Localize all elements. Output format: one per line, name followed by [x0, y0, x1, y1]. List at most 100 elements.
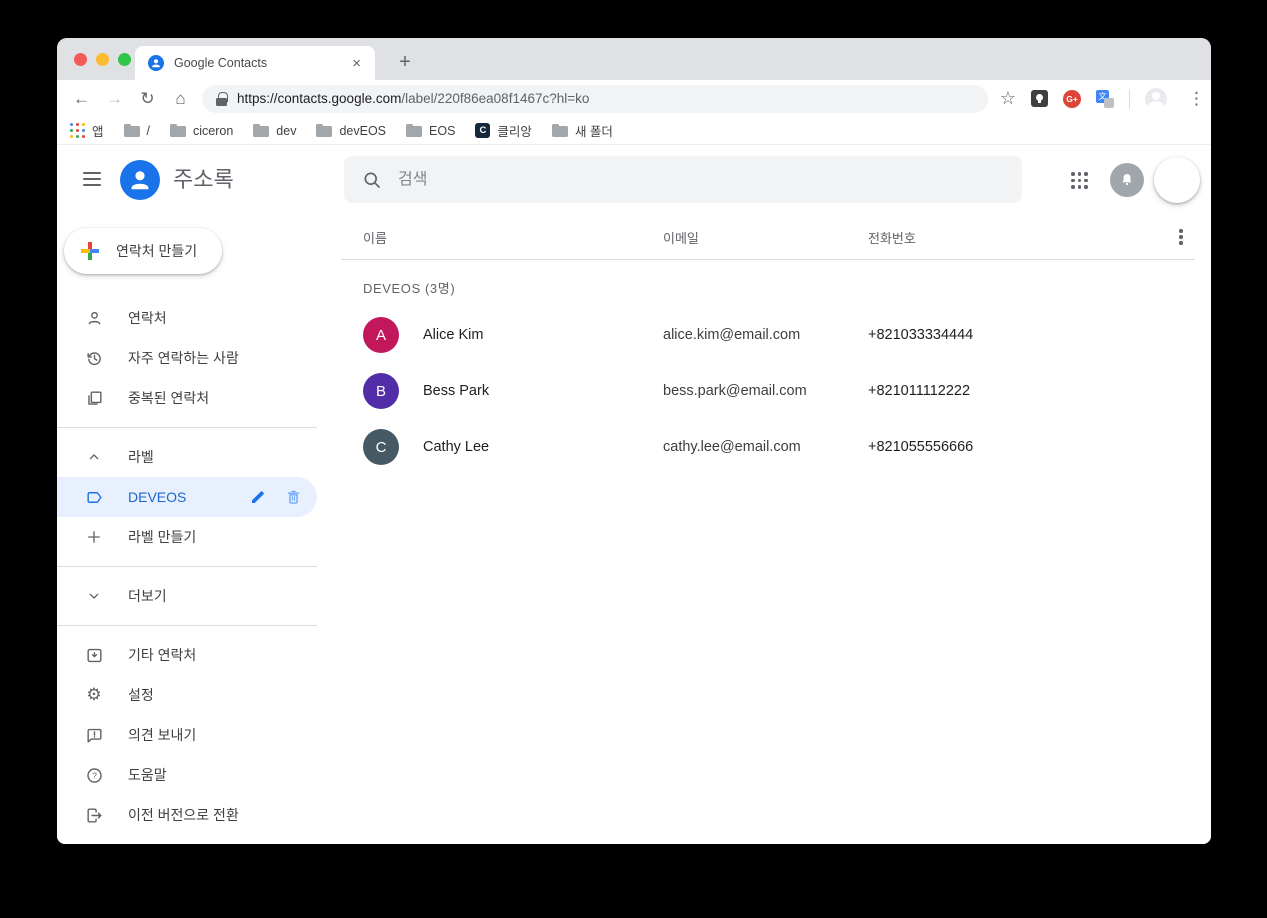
sidebar-item-settings[interactable]: ⚙ 설정 [57, 675, 317, 715]
sidebar-label-deveos[interactable]: DEVEOS [57, 477, 317, 517]
history-icon [84, 348, 104, 368]
zoom-window-button[interactable] [118, 53, 131, 66]
contact-email: cathy.lee@email.com [663, 439, 801, 455]
contacts-favicon-icon [148, 55, 164, 71]
url-path: /label/220f86ea08f1467c?hl=ko [401, 91, 590, 106]
selected-label-name: DEVEOS [128, 489, 187, 505]
create-contact-button[interactable]: 연락처 만들기 [64, 228, 222, 274]
sidebar-item-frequent[interactable]: 자주 연락하는 사람 [57, 338, 317, 378]
back-icon[interactable]: ← [65, 89, 98, 109]
column-header-phone[interactable]: 전화번호 [868, 228, 1167, 247]
column-header-name[interactable]: 이름 [363, 228, 663, 247]
clien-favicon-icon: C [475, 123, 491, 138]
bookmark-folder-ciceron[interactable]: ciceron [170, 124, 233, 138]
sidebar-item-duplicates[interactable]: 중복된 연락처 [57, 378, 317, 418]
address-bar[interactable]: https://contacts.google.com/label/220f86… [202, 84, 988, 113]
browser-tab[interactable]: Google Contacts × [135, 46, 375, 80]
url-text: https://contacts.google.com/label/220f86… [237, 91, 589, 106]
sidebar-item-label: 중복된 연락처 [128, 390, 210, 406]
app-header: 주소록 [57, 145, 1211, 215]
folder-icon [170, 124, 186, 137]
notifications-bell-icon[interactable] [1110, 163, 1144, 197]
labels-section-header[interactable]: 라벨 [57, 437, 317, 477]
edit-pencil-icon[interactable] [249, 488, 267, 506]
translate-extension-icon[interactable]: 文 [1096, 89, 1115, 108]
reload-icon[interactable]: ↻ [131, 89, 164, 109]
delete-trash-icon[interactable] [285, 488, 302, 506]
plus-icon [84, 527, 104, 547]
tab-strip: Google Contacts × + [57, 38, 1211, 80]
browser-toolbar: ← → ↻ ⌂ https://contacts.google.com/labe… [57, 80, 1211, 117]
contact-name: Bess Park [423, 383, 490, 399]
contacts-list: 이름 이메일 전화번호 DEVEOS (3명) A Alice Kim alic… [317, 215, 1211, 844]
new-tab-button[interactable]: + [391, 48, 419, 76]
bookmark-star-icon[interactable]: ☆ [1000, 88, 1016, 109]
labels-header-label: 라벨 [128, 449, 154, 465]
google-plus-extension-icon[interactable]: G+ [1063, 89, 1082, 108]
close-window-button[interactable] [74, 53, 87, 66]
sidebar-item-feedback[interactable]: 의견 보내기 [57, 715, 317, 755]
bookmark-folder-deveos[interactable]: devEOS [316, 124, 386, 138]
folder-icon [316, 124, 333, 137]
toolbar-separator [1129, 88, 1131, 109]
contact-email: alice.kim@email.com [663, 327, 801, 343]
other-contacts-icon [84, 645, 104, 665]
contact-name: Alice Kim [423, 327, 484, 343]
bookmark-apps[interactable]: 앱 [70, 121, 104, 140]
sidebar-item-label: 기타 연락처 [128, 647, 197, 663]
sidebar-item-more[interactable]: 더보기 [57, 576, 317, 616]
browser-menu-icon[interactable]: ⋮ [1182, 89, 1211, 109]
contact-phone: +821033334444 [868, 327, 974, 343]
sidebar-item-help[interactable]: ? 도움말 [57, 755, 317, 795]
duplicate-icon [84, 388, 104, 408]
bookmark-folder-dev[interactable]: dev [253, 124, 296, 138]
forward-icon[interactable]: → [98, 89, 131, 109]
browser-window: Google Contacts × + ← → ↻ ⌂ https://cont… [57, 38, 1211, 844]
sidebar-item-other-contacts[interactable]: 기타 연락처 [57, 635, 317, 675]
translate-card [1104, 97, 1115, 108]
hamburger-menu-icon[interactable] [83, 172, 101, 186]
bookmark-folder-new[interactable]: 새 폴더 [551, 121, 613, 140]
sidebar-divider [57, 625, 317, 626]
contact-phone: +821055556666 [868, 439, 974, 455]
minimize-window-button[interactable] [96, 53, 109, 66]
switch-version-icon [84, 805, 104, 825]
contact-rows: A Alice Kim alice.kim@email.com +8210333… [341, 307, 1195, 475]
sidebar: 연락처 만들기 연락처 자주 연락하는 사람 중복된 연락처 라벨 DEVEOS… [57, 215, 317, 844]
person-icon [84, 308, 104, 328]
search-input[interactable] [398, 170, 1004, 189]
folder-icon [123, 124, 140, 137]
bookmark-clien[interactable]: C 클리앙 [475, 121, 532, 140]
create-contact-label: 연락처 만들기 [116, 243, 198, 259]
bookmark-folder-root[interactable]: / [123, 124, 150, 138]
more-label: 더보기 [128, 588, 167, 604]
sidebar-item-label: 의견 보내기 [128, 727, 197, 743]
search-bar[interactable] [344, 156, 1022, 203]
column-header-email[interactable]: 이메일 [663, 228, 868, 247]
contact-email: bess.park@email.com [663, 383, 807, 399]
contact-row-alice[interactable]: A Alice Kim alice.kim@email.com +8210333… [341, 307, 1195, 363]
tab-close-icon[interactable]: × [348, 54, 365, 73]
bookmark-label: 클리앙 [497, 125, 532, 139]
list-options-menu-icon[interactable] [1179, 229, 1183, 245]
sidebar-item-label: 자주 연락하는 사람 [128, 350, 239, 366]
account-avatar[interactable] [1154, 157, 1200, 203]
bookmark-label: dev [276, 123, 297, 138]
bookmark-label: EOS [429, 123, 456, 138]
folder-icon [406, 124, 423, 137]
bookmark-folder-eos[interactable]: EOS [406, 124, 455, 138]
home-icon[interactable]: ⌂ [164, 89, 197, 109]
bookmark-label: 새 폴더 [574, 125, 613, 139]
multicolor-plus-icon [81, 242, 99, 260]
contact-row-bess[interactable]: B Bess Park bess.park@email.com +8210111… [341, 363, 1195, 419]
create-label-button[interactable]: 라벨 만들기 [57, 517, 317, 557]
keep-extension-icon[interactable] [1031, 90, 1049, 107]
browser-profile-avatar[interactable] [1145, 87, 1168, 110]
contacts-logo-icon[interactable] [120, 160, 160, 200]
google-apps-grid-icon[interactable] [1071, 172, 1088, 189]
folder-icon [253, 124, 270, 137]
search-icon [364, 172, 381, 188]
sidebar-item-contacts[interactable]: 연락처 [57, 298, 317, 338]
sidebar-item-switch-version[interactable]: 이전 버전으로 전환 [57, 795, 317, 835]
contact-row-cathy[interactable]: C Cathy Lee cathy.lee@email.com +8210555… [341, 419, 1195, 475]
